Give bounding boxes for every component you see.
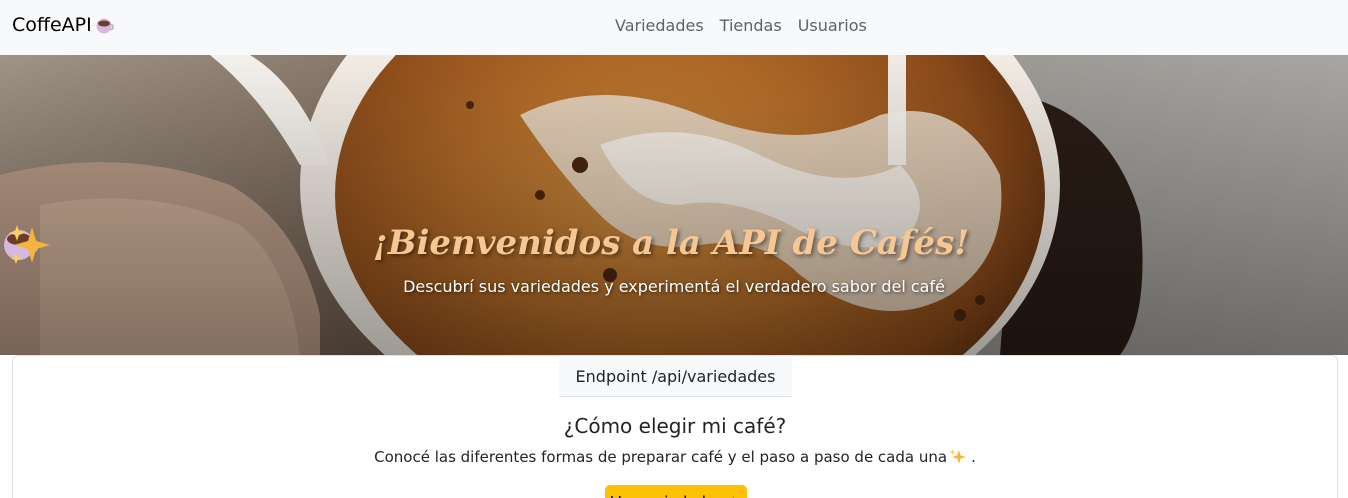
hero-coffee-image [0,55,1348,355]
endpoint-card: Endpoint /api/variedades ¿Cómo elegir mi… [12,355,1338,498]
card-text-body: Conocé las diferentes formas de preparar… [374,448,948,466]
brand-link[interactable]: CoffeAPI [12,14,114,36]
sparkles-icon [9,225,50,264]
nav-link-usuarios[interactable]: Usuarios [790,16,875,35]
card-header: Endpoint /api/variedades [559,356,792,397]
hero-subtitle: Descubrí sus variedades y experimentá el… [403,277,945,296]
ver-variedades-button[interactable]: Ver variedades ☕ [605,485,747,498]
card-title: ¿Cómo elegir mi café? [563,414,787,438]
nav-links: Variedades Tiendas Usuarios [607,16,875,35]
nav-link-tiendas[interactable]: Tiendas [712,16,790,35]
card-text: Conocé las diferentes formas de preparar… [13,448,1337,466]
card-text-end: . [971,448,976,466]
hero-title: ¡Bienvenidos a la API de Cafés! [0,223,1348,264]
hero-title-text: ¡Bienvenidos a la API de Cafés! [372,223,970,263]
brand-name: CoffeAPI [12,14,92,36]
navbar: CoffeAPI Variedades Tiendas Usuarios [0,0,1348,55]
coffee-cup-icon [96,18,114,34]
nav-link-variedades[interactable]: Variedades [607,16,712,35]
hero-banner: ¡Bienvenidos a la API de Cafés! Descubrí… [0,55,1348,355]
sparkles-icon [949,449,967,464]
